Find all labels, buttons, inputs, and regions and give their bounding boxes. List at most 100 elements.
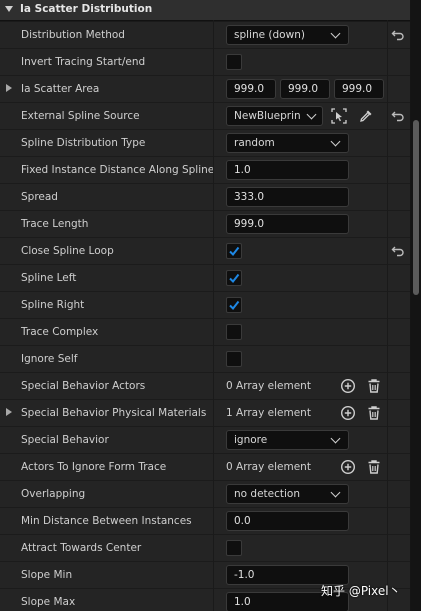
field-value: 999.0 — [342, 83, 373, 95]
spline-distribution-type-dropdown[interactable]: random — [226, 133, 349, 153]
trash-icon[interactable] — [366, 459, 382, 475]
row-external-spline-source: External Spline Source NewBlueprin — [0, 103, 410, 130]
row-special-behavior-actors: Special Behavior Actors 0 Array element — [0, 373, 410, 400]
property-label: Trace Complex — [21, 326, 99, 338]
row-spline-left: Spline Left — [0, 265, 410, 292]
property-label: Slope Max — [21, 596, 76, 608]
row-actors-to-ignore: Actors To Ignore Form Trace 0 Array elem… — [0, 454, 410, 481]
property-label: Slope Min — [21, 569, 73, 581]
add-circle-icon[interactable] — [340, 405, 356, 421]
scatter-area-z-field[interactable]: 999.0 — [334, 79, 384, 99]
row-distribution-method: Distribution Method spline (down) — [0, 22, 410, 49]
dropdown-value: spline (down) — [234, 29, 305, 41]
row-overlapping: Overlapping no detection — [0, 481, 410, 508]
field-value: 1.0 — [234, 164, 251, 176]
spline-left-checkbox[interactable] — [226, 270, 242, 286]
field-value: -1.0 — [234, 569, 255, 581]
dropdown-value: ignore — [234, 434, 268, 446]
chevron-down-icon — [330, 28, 341, 39]
property-label: Spline Right — [21, 299, 85, 311]
reset-arrow-icon[interactable] — [391, 109, 405, 123]
scrollbar-track[interactable] — [411, 0, 421, 611]
chevron-down-icon — [306, 109, 317, 120]
row-invert-tracing: Invert Tracing Start/end — [0, 49, 410, 76]
row-spline-distribution-type: Spline Distribution Type random — [0, 130, 410, 157]
array-count: 1 Array element — [226, 407, 311, 419]
field-value: 999.0 — [234, 83, 265, 95]
property-label: Spline Left — [21, 272, 77, 284]
trace-complex-checkbox[interactable] — [226, 324, 242, 340]
add-circle-icon[interactable] — [340, 378, 356, 394]
row-special-behavior-physical-materials: Special Behavior Physical Materials 1 Ar… — [0, 400, 410, 427]
fixed-instance-distance-field[interactable]: 1.0 — [226, 160, 349, 180]
trace-length-field[interactable]: 999.0 — [226, 214, 349, 234]
field-value: 0.0 — [234, 515, 251, 527]
min-distance-field[interactable]: 0.0 — [226, 511, 349, 531]
collapse-arrow-icon[interactable] — [5, 6, 13, 12]
property-label: Close Spline Loop — [21, 245, 114, 257]
section-title: Ia Scatter Distribution — [20, 3, 153, 15]
field-value: 333.0 — [234, 191, 265, 203]
expand-arrow-icon[interactable] — [6, 408, 12, 416]
field-value: 999.0 — [234, 218, 265, 230]
close-spline-loop-checkbox[interactable] — [226, 243, 242, 259]
property-label: Special Behavior — [21, 434, 109, 446]
field-value: 999.0 — [288, 83, 319, 95]
row-scatter-area: Ia Scatter Area 999.0 999.0 999.0 — [0, 76, 410, 103]
row-attract-towards-center: Attract Towards Center — [0, 535, 410, 562]
eyedropper-icon[interactable] — [358, 108, 374, 124]
select-actor-icon[interactable] — [331, 108, 347, 124]
property-label: Trace Length — [21, 218, 89, 230]
property-label: Invert Tracing Start/end — [21, 56, 146, 68]
checkmark-icon — [229, 246, 240, 257]
row-ignore-self: Ignore Self — [0, 346, 410, 373]
property-label: Special Behavior Physical Materials — [21, 407, 207, 419]
chevron-down-icon — [330, 433, 341, 444]
row-special-behavior: Special Behavior ignore — [0, 427, 410, 454]
checkmark-icon — [229, 300, 240, 311]
property-label: Distribution Method — [21, 29, 125, 41]
attract-towards-center-checkbox[interactable] — [226, 540, 242, 556]
property-label: Actors To Ignore Form Trace — [21, 461, 167, 473]
column-divider-reset — [387, 20, 388, 611]
property-label: Spline Distribution Type — [21, 137, 146, 149]
property-label: Attract Towards Center — [21, 542, 142, 554]
invert-tracing-checkbox[interactable] — [226, 54, 242, 70]
array-count: 0 Array element — [226, 380, 311, 392]
section-header[interactable]: Ia Scatter Distribution — [0, 0, 410, 21]
reset-arrow-icon[interactable] — [391, 28, 405, 42]
expand-arrow-icon[interactable] — [6, 84, 12, 92]
add-circle-icon[interactable] — [340, 459, 356, 475]
spline-right-checkbox[interactable] — [226, 297, 242, 313]
field-value: 1.0 — [234, 596, 251, 608]
spread-field[interactable]: 333.0 — [226, 187, 349, 207]
spline-source-dropdown[interactable]: NewBlueprin — [226, 106, 323, 126]
trash-icon[interactable] — [366, 378, 382, 394]
distribution-method-dropdown[interactable]: spline (down) — [226, 25, 349, 45]
row-spread: Spread 333.0 — [0, 184, 410, 211]
special-behavior-dropdown[interactable]: ignore — [226, 430, 349, 450]
column-divider[interactable] — [213, 20, 214, 611]
property-label: Min Distance Between Instances — [21, 515, 192, 527]
row-min-distance: Min Distance Between Instances 0.0 — [0, 508, 410, 535]
trash-icon[interactable] — [366, 405, 382, 421]
checkmark-icon — [229, 273, 240, 284]
details-panel: Ia Scatter Distribution Distribution Met… — [0, 0, 410, 611]
dropdown-value: NewBlueprin — [234, 110, 301, 122]
property-label: Ignore Self — [21, 353, 78, 365]
scatter-area-y-field[interactable]: 999.0 — [280, 79, 330, 99]
chevron-down-icon — [330, 136, 341, 147]
property-label: Spread — [21, 191, 58, 203]
scrollbar-thumb[interactable] — [413, 120, 419, 295]
watermark-text: 知乎 @Pixel丶 — [321, 584, 401, 598]
array-count: 0 Array element — [226, 461, 311, 473]
chevron-down-icon — [330, 487, 341, 498]
row-trace-length: Trace Length 999.0 — [0, 211, 410, 238]
reset-arrow-icon[interactable] — [391, 244, 405, 258]
dropdown-value: no detection — [234, 488, 301, 500]
ignore-self-checkbox[interactable] — [226, 351, 242, 367]
scatter-area-x-field[interactable]: 999.0 — [226, 79, 276, 99]
row-close-spline-loop: Close Spline Loop — [0, 238, 410, 265]
overlapping-dropdown[interactable]: no detection — [226, 484, 349, 504]
row-spline-right: Spline Right — [0, 292, 410, 319]
